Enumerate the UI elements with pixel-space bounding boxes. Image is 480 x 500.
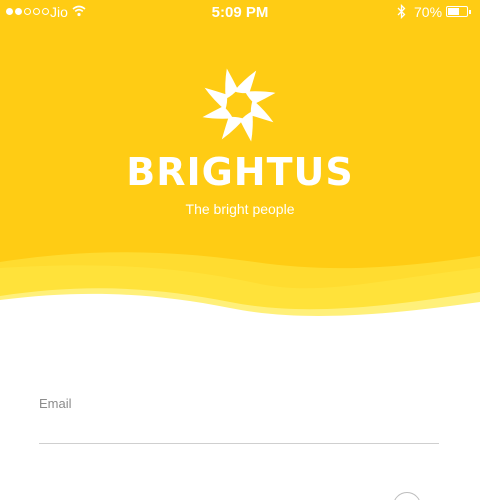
logo-blade (204, 87, 228, 111)
battery-level-fill (448, 8, 459, 15)
eye-icon[interactable] (393, 492, 421, 500)
battery-icon (446, 6, 471, 17)
clock: 5:09 PM (211, 4, 269, 21)
sun-swirl-logo-icon (202, 68, 276, 142)
brand-name: BRIGHTUS (126, 150, 354, 194)
email-label: Email (39, 396, 72, 411)
logo-blade (221, 116, 245, 140)
bluetooth-icon (397, 4, 406, 19)
email-input[interactable] (39, 417, 439, 444)
brand-tagline: The bright people (185, 201, 295, 217)
logo-blade (250, 99, 274, 123)
email-field-group: Email (39, 396, 439, 444)
login-screen: Jio 5:09 PM 70% BRIGHTUS The bright peop… (0, 0, 480, 500)
battery-percentage: 70% (414, 4, 443, 20)
status-bar: Jio 5:09 PM 70% (0, 0, 480, 26)
header-hero: Jio 5:09 PM 70% BRIGHTUS The bright peop… (0, 0, 480, 330)
battery-nub (469, 10, 471, 14)
